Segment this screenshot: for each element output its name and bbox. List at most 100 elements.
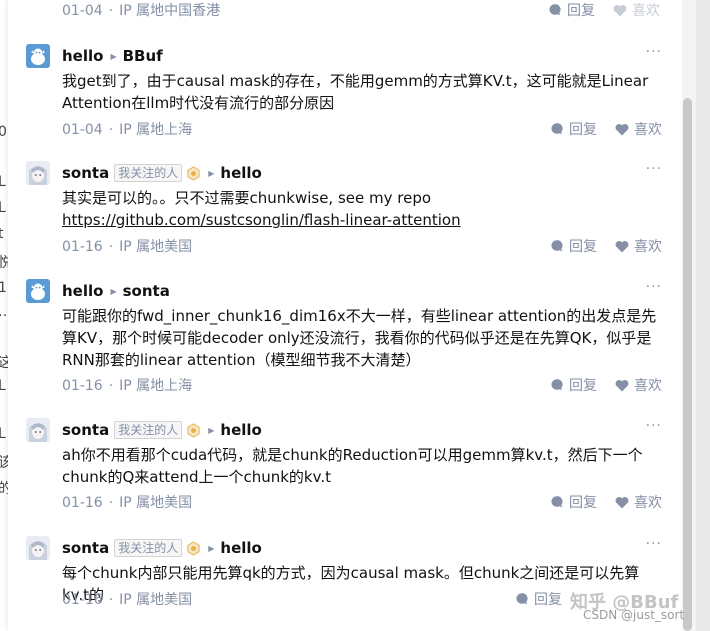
author-name[interactable]: sonta [62,164,109,182]
comment-header: sonta 我关注的人 ▶ hello [62,420,262,440]
avatar[interactable] [26,536,50,560]
reply-to-name[interactable]: hello [220,164,261,182]
heart-icon [615,496,629,508]
reply-arrow-icon: ▶ [110,51,117,61]
author-name[interactable]: hello [62,47,103,65]
peek-text: L [0,174,6,190]
like-button[interactable]: 喜欢 [613,0,660,20]
author-name[interactable]: sonta [62,421,109,439]
reply-label: 回复 [569,239,597,255]
comment-date: 01-04 [62,122,103,138]
reply-button[interactable]: 回复 [515,589,562,609]
comment-text: 可能跟你的fwd_inner_chunk16_dim16x不大一样，有些line… [62,307,657,369]
meta-separator: · [108,592,114,608]
more-options-button[interactable]: ··· [646,279,662,295]
comment-header: sonta 我关注的人 ▶ hello [62,538,262,558]
more-options-button[interactable]: ··· [646,536,662,552]
comment-actions: 回复 喜欢 [532,492,662,512]
comment-item: sonta 我关注的人 ▶ hello ··· 每个chunk内部只能用先算qk… [26,536,666,631]
comment-actions: 回复 喜欢 [530,0,660,20]
comment-thread-panel: 01-04 · IP 属地中国香港 回复 喜欢 hello ▶ BBuf ···… [8,0,682,631]
comment-header: hello ▶ sonta [62,281,170,301]
comment-meta: 01-04 · IP 属地中国香港 [62,0,220,20]
comment-text: ah你不用看那个cuda代码，就是chunk的Reduction可以用gemm算… [62,446,643,486]
reply-to-name[interactable]: hello [220,421,261,439]
hexagon-badge-icon [187,422,200,438]
reply-to-name[interactable]: sonta [123,282,170,300]
scrollbar-thumb[interactable] [683,98,692,631]
meta-separator: · [108,122,114,138]
reply-label: 回复 [569,378,597,394]
hexagon-badge-icon [187,165,200,181]
like-button[interactable]: 喜欢 [615,236,662,256]
reply-label: 回复 [534,592,562,608]
comment-date: 01-16 [62,378,103,394]
author-name[interactable]: sonta [62,539,109,557]
avatar[interactable] [26,279,50,303]
like-label: 喜欢 [634,122,662,138]
comment-location: IP 属地上海 [119,122,193,138]
comment-actions: 回复 [497,589,562,609]
reply-arrow-icon: ▶ [208,543,215,553]
reply-button[interactable]: 回复 [550,236,597,256]
heart-icon [615,123,629,135]
reply-button[interactable]: 回复 [550,492,597,512]
heart-icon [613,4,627,16]
repo-link[interactable]: https://github.com/sustcsonglin/flash-li… [62,211,461,229]
meta-separator: · [108,495,114,511]
peek-text: L [0,200,6,216]
comment-actions: 回复 喜欢 [532,119,662,139]
hexagon-badge-icon [187,540,200,556]
comment-date: 01-16 [62,495,103,511]
peek-text: 1 [0,280,7,296]
avatar[interactable] [26,418,50,442]
avatar[interactable] [26,44,50,68]
reply-icon [516,593,528,605]
comment-date: 01-16 [62,592,103,608]
window-edge [696,0,710,631]
peek-text: L [0,426,6,442]
heart-icon [615,240,629,252]
reply-label: 回复 [569,495,597,511]
avatar[interactable] [26,161,50,185]
comment-date: 01-04 [62,3,103,19]
reply-button[interactable]: 回复 [550,119,597,139]
like-button[interactable]: 喜欢 [615,492,662,512]
reply-label: 回复 [567,3,595,19]
avatar-anime-icon [26,536,50,560]
reply-to-name[interactable]: hello [220,539,261,557]
author-name[interactable]: hello [62,282,103,300]
reply-icon [551,496,563,508]
reply-icon [551,123,563,135]
csdn-watermark: CSDN @just_sort [583,608,685,622]
reply-to-name[interactable]: BBuf [123,47,163,65]
heart-icon [615,379,629,391]
like-button[interactable]: 喜欢 [615,375,662,395]
avatar-anime-icon [26,418,50,442]
reply-icon [551,240,563,252]
comment-item: hello ▶ BBuf ··· 我get到了，由于causal mask的存在… [26,44,666,144]
comment-item: sonta 我关注的人 ▶ hello ··· ah你不用看那个cuda代码，就… [26,418,666,518]
peek-text: 0 [0,124,7,140]
more-options-button[interactable]: ··· [646,418,662,434]
avatar-default-icon [26,44,50,68]
comment-meta: 01-16 · IP 属地美国 [62,492,192,512]
reply-arrow-icon: ▶ [110,286,117,296]
reply-button[interactable]: 回复 [550,375,597,395]
comment-actions: 回复 喜欢 [532,236,662,256]
more-options-button[interactable]: ··· [646,44,662,60]
more-options-button[interactable]: ··· [646,161,662,177]
reply-icon [549,4,561,16]
avatar-default-icon [26,279,50,303]
followed-tag: 我关注的人 [114,539,183,557]
peek-text: L [0,378,6,394]
meta-separator: · [108,378,114,394]
comment-text: 其实是可以的。。只不过需要chunkwise, see my repo http… [62,187,662,231]
reply-button[interactable]: 回复 [548,0,595,20]
like-button[interactable]: 喜欢 [615,119,662,139]
like-label: 喜欢 [634,495,662,511]
comment-location: IP 属地美国 [119,239,193,255]
comment-item: hello ▶ sonta ··· 可能跟你的fwd_inner_chunk16… [26,279,666,401]
comment-date: 01-16 [62,239,103,255]
peek-text: t [0,226,4,242]
